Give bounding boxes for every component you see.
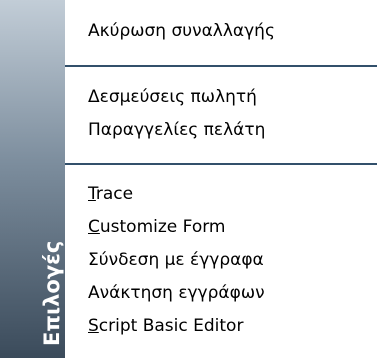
menu-item-label: Ακύρωση συναλλαγής bbox=[88, 21, 275, 41]
menu-side-label: Επιλογές bbox=[40, 240, 64, 346]
menu-item-customize-form[interactable]: Customize Form bbox=[88, 216, 225, 238]
menu-item-label: ustomize Form bbox=[99, 217, 226, 237]
menu-separator bbox=[65, 65, 377, 67]
menu-item-customer-orders[interactable]: Παραγγελίες πελάτη bbox=[88, 119, 265, 141]
menu-item-label: cript Basic Editor bbox=[98, 316, 244, 336]
menu-separator bbox=[65, 163, 377, 165]
menu-item-mnemonic: T bbox=[88, 184, 96, 204]
menu-item-link-documents[interactable]: Σύνδεση με έγγραφα bbox=[88, 249, 264, 271]
menu-item-salesperson-reservations[interactable]: Δεσμεύσεις πωλητή bbox=[88, 86, 257, 108]
menu-item-retrieve-documents[interactable]: Ανάκτηση εγγράφων bbox=[88, 282, 265, 304]
menu-item-label: race bbox=[95, 184, 134, 204]
menu-item-trace[interactable]: Trace bbox=[88, 183, 133, 205]
menu-side-strip: Επιλογές bbox=[0, 0, 65, 358]
menu-item-script-basic-editor[interactable]: Script Basic Editor bbox=[88, 315, 243, 337]
menu-item-mnemonic: S bbox=[88, 316, 99, 336]
menu-item-label: Δεσμεύσεις πωλητή bbox=[88, 87, 257, 107]
menu-item-mnemonic: C bbox=[88, 217, 100, 237]
menu-item-label: Σύνδεση με έγγραφα bbox=[88, 250, 264, 270]
menu-item-label: Παραγγελίες πελάτη bbox=[88, 120, 266, 140]
menu-item-label: Ανάκτηση εγγράφων bbox=[88, 283, 265, 303]
menu-item-cancel-transaction[interactable]: Ακύρωση συναλλαγής bbox=[88, 20, 275, 42]
context-menu: Επιλογές Ακύρωση συναλλαγής Δεσμεύσεις π… bbox=[0, 0, 377, 358]
